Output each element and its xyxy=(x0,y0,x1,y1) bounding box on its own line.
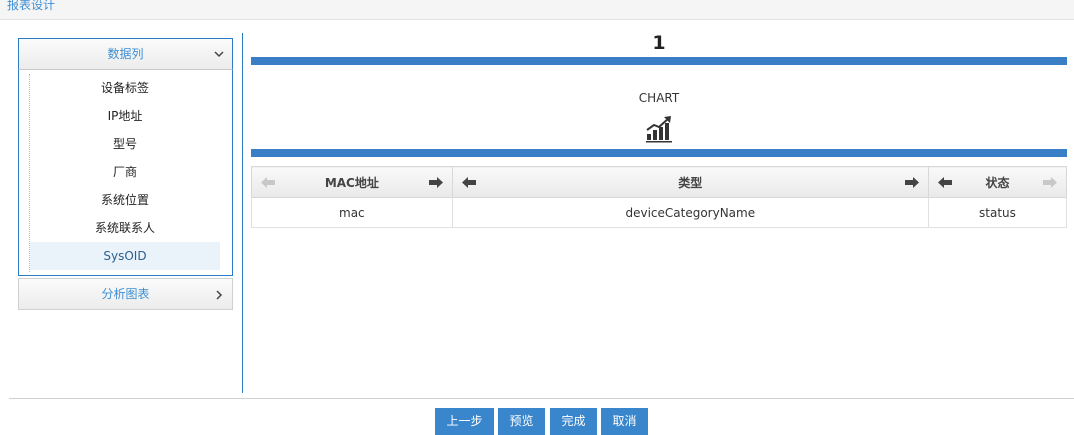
section-body-data-columns: 设备标签 IP地址 型号 厂商 系统位置 系统联系人 SysOID xyxy=(18,70,233,276)
footer-divider xyxy=(9,398,1074,399)
column-header-mac: MAC地址 xyxy=(251,166,453,198)
report-title: 1 xyxy=(652,32,666,54)
list-item[interactable]: 厂商 xyxy=(30,158,220,186)
column-field-type: deviceCategoryName xyxy=(451,197,929,228)
column-header-label: MAC地址 xyxy=(324,175,379,190)
top-bar: 报表设计 xyxy=(0,0,1074,20)
column-field-mac: mac xyxy=(251,197,453,228)
column-header-label: 类型 xyxy=(678,175,703,190)
column-header-type: 类型 xyxy=(451,166,929,198)
sidebar-accordion: 数据列 设备标签 IP地址 型号 厂商 系统位置 系统联系人 SysOID 分析… xyxy=(18,38,233,310)
section-divider-bar xyxy=(251,149,1067,157)
table-row: mac deviceCategoryName status xyxy=(251,197,1068,228)
list-item[interactable]: 系统位置 xyxy=(30,186,220,214)
chevron-right-icon xyxy=(213,279,225,310)
arrow-right-icon[interactable] xyxy=(904,177,919,188)
section-divider-bar xyxy=(251,57,1067,65)
list-item[interactable]: 设备标签 xyxy=(30,74,220,102)
section-header-analysis-charts[interactable]: 分析图表 xyxy=(18,278,233,310)
arrow-right-icon[interactable] xyxy=(1043,177,1057,188)
column-header-label: 状态 xyxy=(985,175,1010,190)
chevron-down-icon xyxy=(213,39,225,70)
list-item[interactable]: IP地址 xyxy=(30,102,220,130)
preview-button[interactable]: 预览 xyxy=(498,408,545,435)
arrow-left-icon[interactable] xyxy=(261,177,275,188)
panel-divider xyxy=(242,33,243,393)
arrow-left-icon[interactable] xyxy=(937,177,952,188)
bar-chart-growth-icon[interactable] xyxy=(645,115,673,143)
list-item-selected[interactable]: SysOID xyxy=(30,242,220,270)
report-columns-table: MAC地址 类型 状态 mac deviceCategoryName statu… xyxy=(251,166,1068,228)
chart-label: CHART xyxy=(638,91,680,105)
arrow-right-icon[interactable] xyxy=(428,177,443,188)
data-column-list: 设备标签 IP地址 型号 厂商 系统位置 系统联系人 SysOID xyxy=(29,74,220,272)
previous-step-button[interactable]: 上一步 xyxy=(435,408,494,435)
section-header-label: 分析图表 xyxy=(101,287,150,301)
list-item[interactable]: 系统联系人 xyxy=(30,214,220,242)
arrow-left-icon[interactable] xyxy=(461,177,476,188)
list-item[interactable]: 型号 xyxy=(30,130,220,158)
column-header-status: 状态 xyxy=(927,166,1068,198)
cancel-button[interactable]: 取消 xyxy=(601,408,648,435)
finish-button[interactable]: 完成 xyxy=(550,408,597,435)
section-header-data-columns[interactable]: 数据列 xyxy=(18,38,233,70)
section-header-label: 数据列 xyxy=(107,47,144,61)
column-field-status: status xyxy=(927,197,1068,228)
page-title: 报表设计 xyxy=(7,0,56,12)
